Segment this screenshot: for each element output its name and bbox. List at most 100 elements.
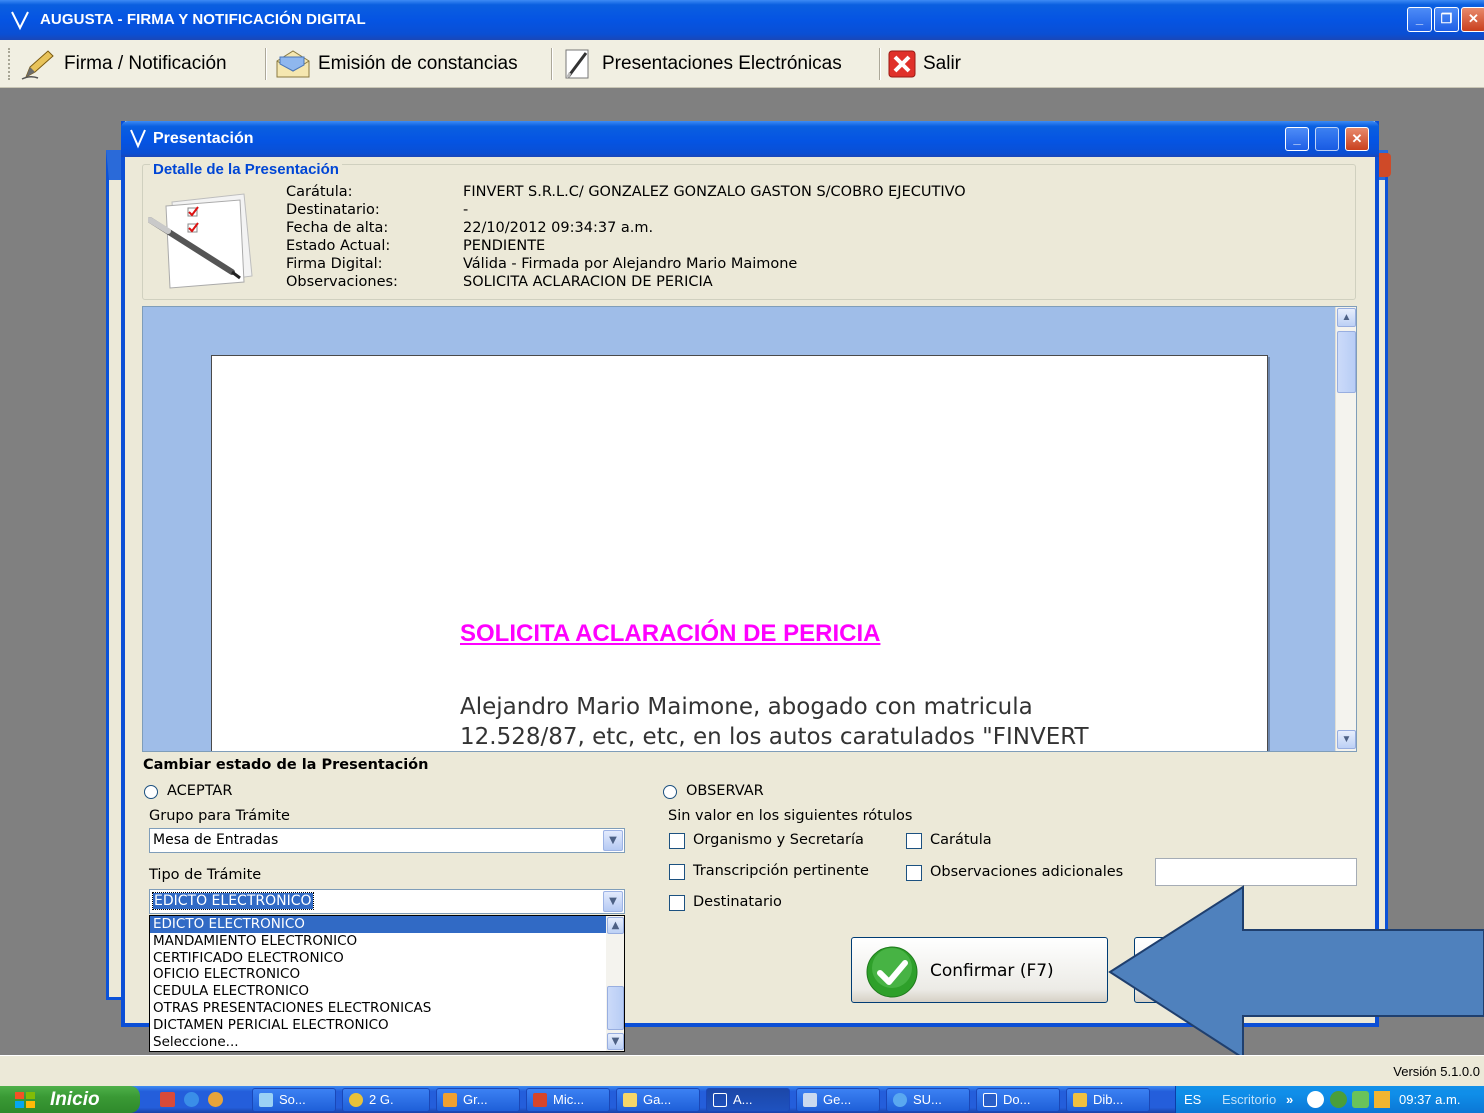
close-button[interactable]: ✕: [1461, 7, 1484, 32]
fecha-alta-value: 22/10/2012 09:34:37 a.m.: [463, 220, 654, 236]
caratula-value: FINVERT S.R.L.C/ GONZALEZ GONZALO GASTON…: [463, 184, 966, 200]
taskbar-button[interactable]: Dib...: [1066, 1088, 1150, 1112]
grupo-tramite-select[interactable]: Mesa de Entradas ▼: [149, 828, 625, 853]
observaciones-input[interactable]: [1155, 858, 1357, 886]
envelope-icon: [276, 50, 310, 78]
clock[interactable]: 09:37 a.m.: [1399, 1092, 1460, 1107]
transcripcion-checkbox[interactable]: [669, 864, 685, 880]
salir-button[interactable]: Salir: [887, 46, 961, 82]
document-preview[interactable]: SOLICITA ACLARACIÓN DE PERICIA Alejandro…: [142, 306, 1357, 752]
taskbar-button-label: Mic...: [553, 1092, 585, 1107]
observaciones-checkbox[interactable]: [906, 865, 922, 881]
preview-scroll-thumb[interactable]: [1337, 331, 1356, 393]
back-arrow-icon[interactable]: [1307, 1091, 1324, 1108]
dropdown-option[interactable]: Seleccione...: [150, 1034, 624, 1051]
transcripcion-label[interactable]: Transcripción pertinente: [693, 863, 869, 879]
powerpoint-icon: [533, 1093, 547, 1107]
start-button[interactable]: Inicio: [0, 1086, 140, 1113]
dropdown-option[interactable]: DICTAMEN PERICIAL ELECTRONICO: [150, 1017, 624, 1034]
document-heading: SOLICITA ACLARACIÓN DE PERICIA: [460, 620, 881, 647]
taskbar-button-label: Dib...: [1093, 1092, 1124, 1107]
calculator-icon[interactable]: [160, 1092, 175, 1107]
document-pen-icon: [565, 49, 589, 79]
document-page: SOLICITA ACLARACIÓN DE PERICIA Alejandro…: [211, 355, 1268, 751]
taskbar-button[interactable]: Ga...: [616, 1088, 700, 1112]
firma-digital-label: Firma Digital:: [286, 256, 383, 272]
dropdown-option[interactable]: CEDULA ELECTRONICO: [150, 983, 624, 1000]
toolbar-grip: [8, 48, 11, 80]
taskbar-button-active[interactable]: A...: [706, 1088, 790, 1112]
app-title: AUGUSTA - FIRMA Y NOTIFICACIÓN DIGITAL: [40, 11, 366, 28]
accessibility-icon[interactable]: [1330, 1091, 1347, 1108]
taskbar-button[interactable]: Mic...: [526, 1088, 610, 1112]
dialog-maximize-button[interactable]: [1315, 127, 1339, 151]
tipo-tramite-value: EDICTO ELECTRONICO: [152, 892, 314, 910]
taskbar-button[interactable]: Gr...: [436, 1088, 520, 1112]
dropdown-option[interactable]: OTRAS PRESENTACIONES ELECTRONICAS: [150, 1000, 624, 1017]
scroll-up-icon[interactable]: ▲: [1337, 308, 1356, 327]
taskbar-button[interactable]: So...: [252, 1088, 336, 1112]
detail-values: FINVERT S.R.L.C/ GONZALEZ GONZALO GASTON…: [463, 183, 966, 291]
language-indicator[interactable]: ES: [1184, 1092, 1201, 1107]
start-label: Inicio: [50, 1089, 100, 1110]
preview-scrollbar[interactable]: ▲ ▼: [1335, 307, 1356, 751]
scroll-down-icon[interactable]: ▼: [1337, 730, 1356, 749]
dropdown-option[interactable]: CERTIFICADO ELECTRONICO: [150, 950, 624, 967]
presentacion-title-bar: Presentación _ ✕: [121, 121, 1379, 157]
dropdown-option[interactable]: MANDAMIENTO ELECTRONICO: [150, 933, 624, 950]
caratula-checkbox-label[interactable]: Carátula: [930, 832, 992, 848]
internet-explorer-icon: [893, 1093, 907, 1107]
browser-icon[interactable]: [208, 1092, 223, 1107]
dropdown-scroll-thumb[interactable]: [607, 986, 624, 1030]
minimize-button[interactable]: _: [1407, 7, 1432, 32]
pen-icon: [21, 50, 54, 80]
fecha-alta-label: Fecha de alta:: [286, 220, 389, 236]
destinatario-checkbox-label[interactable]: Destinatario: [693, 894, 782, 910]
taskbar-button-label: Ge...: [823, 1092, 852, 1107]
dialog-minimize-button[interactable]: _: [1285, 127, 1309, 151]
taskbar-button[interactable]: Ge...: [796, 1088, 880, 1112]
confirmar-label: Confirmar (F7): [930, 961, 1054, 981]
chevron-down-icon[interactable]: ▼: [603, 830, 623, 851]
emision-constancias-button[interactable]: Emisión de constancias: [274, 46, 518, 82]
destinatario-label: Destinatario:: [286, 202, 380, 218]
tipo-tramite-select[interactable]: EDICTO ELECTRONICO ▼: [149, 889, 625, 914]
presentaciones-electronicas-label: Presentaciones Electrónicas: [602, 53, 842, 74]
augusta-logo-icon: [130, 129, 146, 149]
firma-notificacion-button[interactable]: Firma / Notificación: [20, 46, 227, 82]
security-icon[interactable]: [1352, 1091, 1369, 1108]
tipo-tramite-dropdown-list[interactable]: EDICTO ELECTRONICO MANDAMIENTO ELECTRONI…: [149, 915, 625, 1052]
desktop-toolbar[interactable]: Escritorio: [1222, 1092, 1276, 1107]
caratula-checkbox[interactable]: [906, 833, 922, 849]
pen-tray-icon[interactable]: [1374, 1091, 1390, 1108]
confirmar-button[interactable]: Confirmar (F7): [851, 937, 1108, 1003]
chevron-right-icon[interactable]: »: [1286, 1092, 1293, 1107]
destinatario-checkbox[interactable]: [669, 895, 685, 911]
aceptar-label[interactable]: ACEPTAR: [167, 783, 232, 799]
folder-icon: [623, 1093, 637, 1107]
restore-button[interactable]: ❐: [1434, 7, 1459, 32]
observar-radio[interactable]: [663, 785, 677, 799]
grupo-tramite-value: Mesa de Entradas: [153, 832, 279, 848]
aceptar-radio[interactable]: [144, 785, 158, 799]
observar-label[interactable]: OBSERVAR: [686, 783, 764, 799]
dropdown-option[interactable]: EDICTO ELECTRONICO: [150, 916, 624, 933]
scroll-down-icon[interactable]: ▼: [607, 1033, 624, 1050]
observaciones-checkbox-label[interactable]: Observaciones adicionales: [930, 864, 1123, 880]
cancel-button[interactable]: [1134, 937, 1334, 1003]
taskbar: Inicio So... 2 G. Gr... Mic... Ga... A..…: [0, 1086, 1484, 1113]
dialog-close-button[interactable]: ✕: [1345, 127, 1369, 151]
taskbar-button-label: 2 G.: [369, 1092, 394, 1107]
chrome-icon[interactable]: [184, 1092, 199, 1107]
dropdown-scrollbar[interactable]: ▲ ▼: [606, 916, 624, 1051]
taskbar-button[interactable]: Do...: [976, 1088, 1060, 1112]
scroll-up-icon[interactable]: ▲: [607, 917, 624, 934]
dropdown-option[interactable]: OFICIO ELECTRONICO: [150, 966, 624, 983]
organismo-checkbox[interactable]: [669, 833, 685, 849]
organismo-label[interactable]: Organismo y Secretaría: [693, 832, 864, 848]
chevron-down-icon[interactable]: ▼: [603, 891, 623, 912]
taskbar-button[interactable]: SU...: [886, 1088, 970, 1112]
presentaciones-electronicas-button[interactable]: Presentaciones Electrónicas: [560, 46, 842, 82]
taskbar-button[interactable]: 2 G.: [342, 1088, 430, 1112]
caratula-label: Carátula:: [286, 184, 353, 200]
